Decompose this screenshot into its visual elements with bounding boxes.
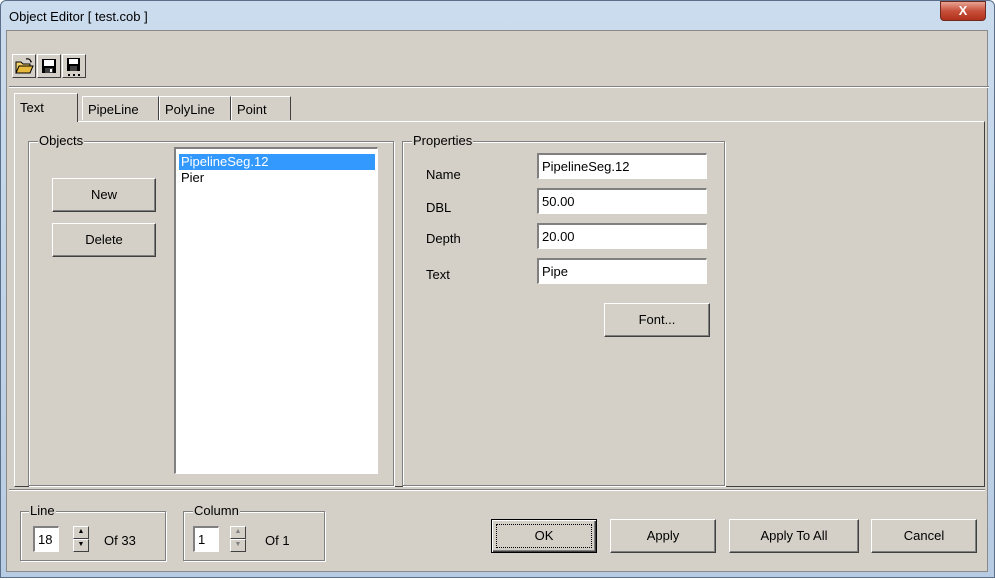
dbl-label: DBL <box>426 200 452 215</box>
toolbar-separator <box>9 86 989 88</box>
name-label: Name <box>426 167 461 182</box>
objects-list[interactable]: PipelineSeg.12 Pier <box>174 147 378 474</box>
line-input[interactable]: 18 <box>33 526 59 552</box>
list-item[interactable]: Pier <box>179 170 375 186</box>
tab-text[interactable]: Text <box>14 93 78 122</box>
save-icon <box>42 59 56 73</box>
close-icon: X <box>958 3 968 18</box>
tab-label: Text <box>20 100 44 115</box>
tab-point[interactable]: Point <box>231 96 291 120</box>
objects-group-label: Objects <box>38 133 85 148</box>
delete-button[interactable]: Delete <box>52 223 156 257</box>
column-up-button[interactable]: ▲ <box>230 526 246 539</box>
apply-button[interactable]: Apply <box>610 519 716 553</box>
new-button[interactable]: New <box>52 178 156 212</box>
arrow-up-icon: ▲ <box>77 528 85 535</box>
name-field[interactable]: PipelineSeg.12 <box>537 153 707 179</box>
font-button[interactable]: Font... <box>604 303 710 337</box>
save-button[interactable] <box>37 54 61 78</box>
apply-to-all-button-label: Apply To All <box>760 528 828 543</box>
tab-polyline[interactable]: PolyLine <box>159 96 231 120</box>
open-button[interactable] <box>12 54 36 78</box>
tab-label: Point <box>237 102 267 117</box>
apply-button-label: Apply <box>646 528 680 543</box>
tab-label: PipeLine <box>88 102 139 117</box>
save-as-icon <box>67 58 80 76</box>
column-input[interactable]: 1 <box>193 526 219 552</box>
new-button-label: New <box>90 187 117 202</box>
line-total: Of 33 <box>104 533 136 548</box>
column-spinner: ▲ ▼ <box>230 526 246 552</box>
cancel-button-label: Cancel <box>903 528 945 543</box>
open-folder-icon <box>15 58 34 74</box>
column-group-label: Column <box>193 503 240 518</box>
list-item[interactable]: PipelineSeg.12 <box>179 154 375 170</box>
line-spinner: ▲ ▼ <box>73 526 89 552</box>
font-button-label: Font... <box>638 312 676 327</box>
window-title: Object Editor [ test.cob ] <box>9 9 148 24</box>
ok-button[interactable]: OK <box>491 519 597 553</box>
bottom-separator <box>9 489 985 491</box>
cancel-button[interactable]: Cancel <box>871 519 977 553</box>
arrow-down-icon: ▼ <box>77 541 85 548</box>
line-up-button[interactable]: ▲ <box>73 526 89 539</box>
title-bar[interactable]: Object Editor [ test.cob ] X <box>0 0 995 30</box>
text-label: Text <box>426 267 450 282</box>
depth-label: Depth <box>426 231 461 246</box>
line-group-label: Line <box>29 503 56 518</box>
save-as-button[interactable] <box>62 54 86 78</box>
arrow-up-icon: ▲ <box>234 528 242 535</box>
column-down-button[interactable]: ▼ <box>230 539 246 552</box>
delete-button-label: Delete <box>85 232 123 247</box>
focus-rectangle <box>496 524 592 548</box>
apply-to-all-button[interactable]: Apply To All <box>729 519 859 553</box>
column-total: Of 1 <box>265 533 290 548</box>
close-button[interactable]: X <box>940 1 986 21</box>
dbl-field[interactable]: 50.00 <box>537 188 707 214</box>
properties-group-label: Properties <box>412 133 474 148</box>
tab-pipeline[interactable]: PipeLine <box>82 96 159 120</box>
depth-field[interactable]: 20.00 <box>537 223 707 249</box>
tab-label: PolyLine <box>165 102 215 117</box>
arrow-down-icon: ▼ <box>234 541 242 548</box>
text-field[interactable]: Pipe <box>537 258 707 284</box>
line-down-button[interactable]: ▼ <box>73 539 89 552</box>
